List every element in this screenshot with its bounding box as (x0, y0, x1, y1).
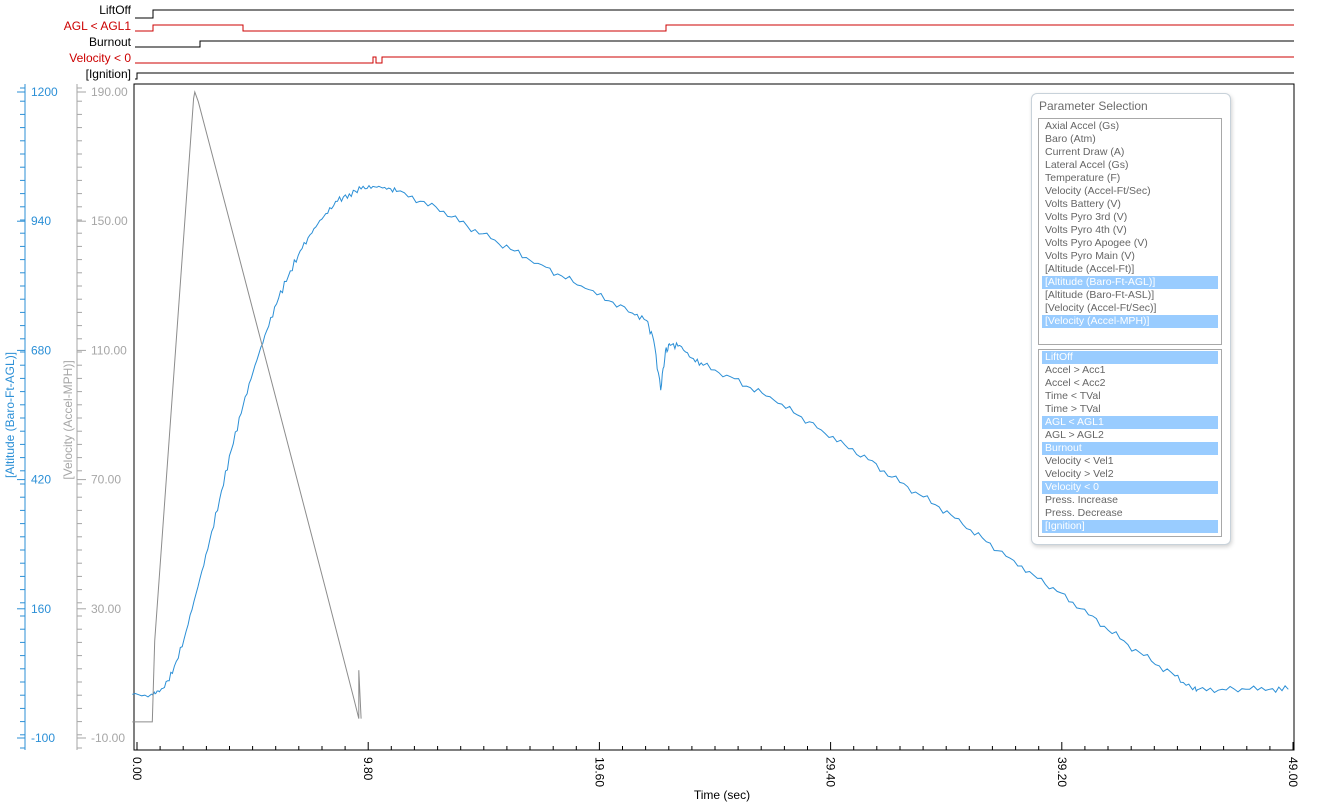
event-item[interactable]: Burnout (1042, 442, 1218, 455)
event-line-2 (135, 40, 1294, 48)
velocity-axis-label: [Velocity (Accel-MPH)] (61, 360, 75, 479)
parameter-item[interactable]: Volts Pyro Main (V) (1042, 250, 1218, 263)
event-list[interactable]: LiftOff Accel > Acc1 Accel < Acc2 Time < TV… (1038, 349, 1222, 537)
parameter-item[interactable]: Volts Pyro 4th (V) (1042, 224, 1218, 237)
event-item[interactable]: Press. Increase (1042, 494, 1218, 507)
parameter-item[interactable]: Volts Battery (V) (1042, 198, 1218, 211)
x-axis-label: Time (sec) (694, 788, 750, 802)
event-line-1 (135, 24, 1294, 32)
x-tick-label: 19.60 (592, 757, 606, 787)
event-item[interactable]: Accel > Acc1 (1042, 364, 1218, 377)
parameter-item[interactable]: Temperature (F) (1042, 172, 1218, 185)
parameter-item[interactable]: Volts Pyro 3rd (V) (1042, 211, 1218, 224)
parameter-item[interactable]: Current Draw (A) (1042, 146, 1218, 159)
series-line-1 (132, 90, 362, 723)
parameter-item[interactable]: [Altitude (Baro-Ft-AGL)] (1042, 276, 1218, 289)
altitude-tick-label: 420 (31, 473, 51, 487)
parameter-item[interactable]: [Altitude (Baro-Ft-ASL)] (1042, 289, 1218, 302)
event-item[interactable]: Time < TVal (1042, 390, 1218, 403)
event-item[interactable]: Accel < Acc2 (1042, 377, 1218, 390)
x-tick-label: 0.00 (130, 757, 144, 781)
x-tick-label: 29.40 (824, 757, 838, 787)
event-line-3 (135, 56, 1294, 64)
x-tick-label: 9.80 (361, 757, 375, 781)
altitude-tick-label: 940 (31, 214, 51, 228)
parameter-item[interactable]: Velocity (Accel-Ft/Sec) (1042, 185, 1218, 198)
x-tick-label: 49.00 (1286, 757, 1300, 787)
parameter-item[interactable]: Volts Pyro Apogee (V) (1042, 237, 1218, 250)
parameter-item[interactable]: [Altitude (Accel-Ft)] (1042, 263, 1218, 276)
altitude-tick-label: 680 (31, 343, 51, 357)
parameter-item[interactable]: [Velocity (Accel-Ft/Sec)] (1042, 302, 1218, 315)
event-line-4 (135, 72, 1294, 80)
velocity-tick-label: 110.00 (91, 343, 127, 357)
panel-title: Parameter Selection (1039, 99, 1148, 113)
event-item[interactable]: [Ignition] (1042, 520, 1218, 533)
event-label-2: Burnout (89, 35, 132, 49)
parameter-list[interactable]: Axial Accel (Gs) Baro (Atm) Current Draw (… (1038, 118, 1222, 345)
velocity-tick-label: 70.00 (91, 473, 121, 487)
altitude-tick-label: 160 (31, 602, 51, 616)
parameter-item[interactable]: Baro (Atm) (1042, 133, 1218, 146)
event-item[interactable]: Velocity < 0 (1042, 481, 1218, 494)
parameter-item[interactable]: [Velocity (Accel-MPH)] (1042, 315, 1218, 328)
event-label-3: Velocity < 0 (69, 51, 131, 65)
parameter-item[interactable]: Axial Accel (Gs) (1042, 120, 1218, 133)
event-label-1: AGL < AGL1 (64, 19, 132, 33)
x-tick-label: 39.20 (1055, 757, 1069, 787)
altitude-tick-label: -100 (31, 731, 55, 745)
event-item[interactable]: AGL > AGL2 (1042, 429, 1218, 442)
event-line-0 (135, 9, 1294, 19)
event-item[interactable]: Press. Decrease (1042, 507, 1218, 520)
parameter-selection-panel: Parameter Selection Axial Accel (Gs) Baro… (1031, 93, 1231, 545)
event-item[interactable]: Time > TVal (1042, 403, 1218, 416)
parameter-item[interactable]: Lateral Accel (Gs) (1042, 159, 1218, 172)
event-item[interactable]: AGL < AGL1 (1042, 416, 1218, 429)
event-item[interactable]: Velocity < Vel1 (1042, 455, 1218, 468)
altitude-axis-label: [Altitude (Baro-Ft-AGL)] (3, 352, 17, 478)
velocity-tick-label: 190.00 (91, 85, 128, 99)
event-item[interactable]: Velocity > Vel2 (1042, 468, 1218, 481)
event-item[interactable]: LiftOff (1042, 351, 1218, 364)
event-label-4: [Ignition] (86, 67, 131, 81)
velocity-tick-label: 30.00 (91, 602, 121, 616)
velocity-tick-label: 150.00 (91, 214, 128, 228)
altitude-tick-label: 1200 (31, 85, 58, 99)
velocity-tick-label: -10.00 (91, 731, 125, 745)
event-label-0: LiftOff (99, 3, 131, 17)
